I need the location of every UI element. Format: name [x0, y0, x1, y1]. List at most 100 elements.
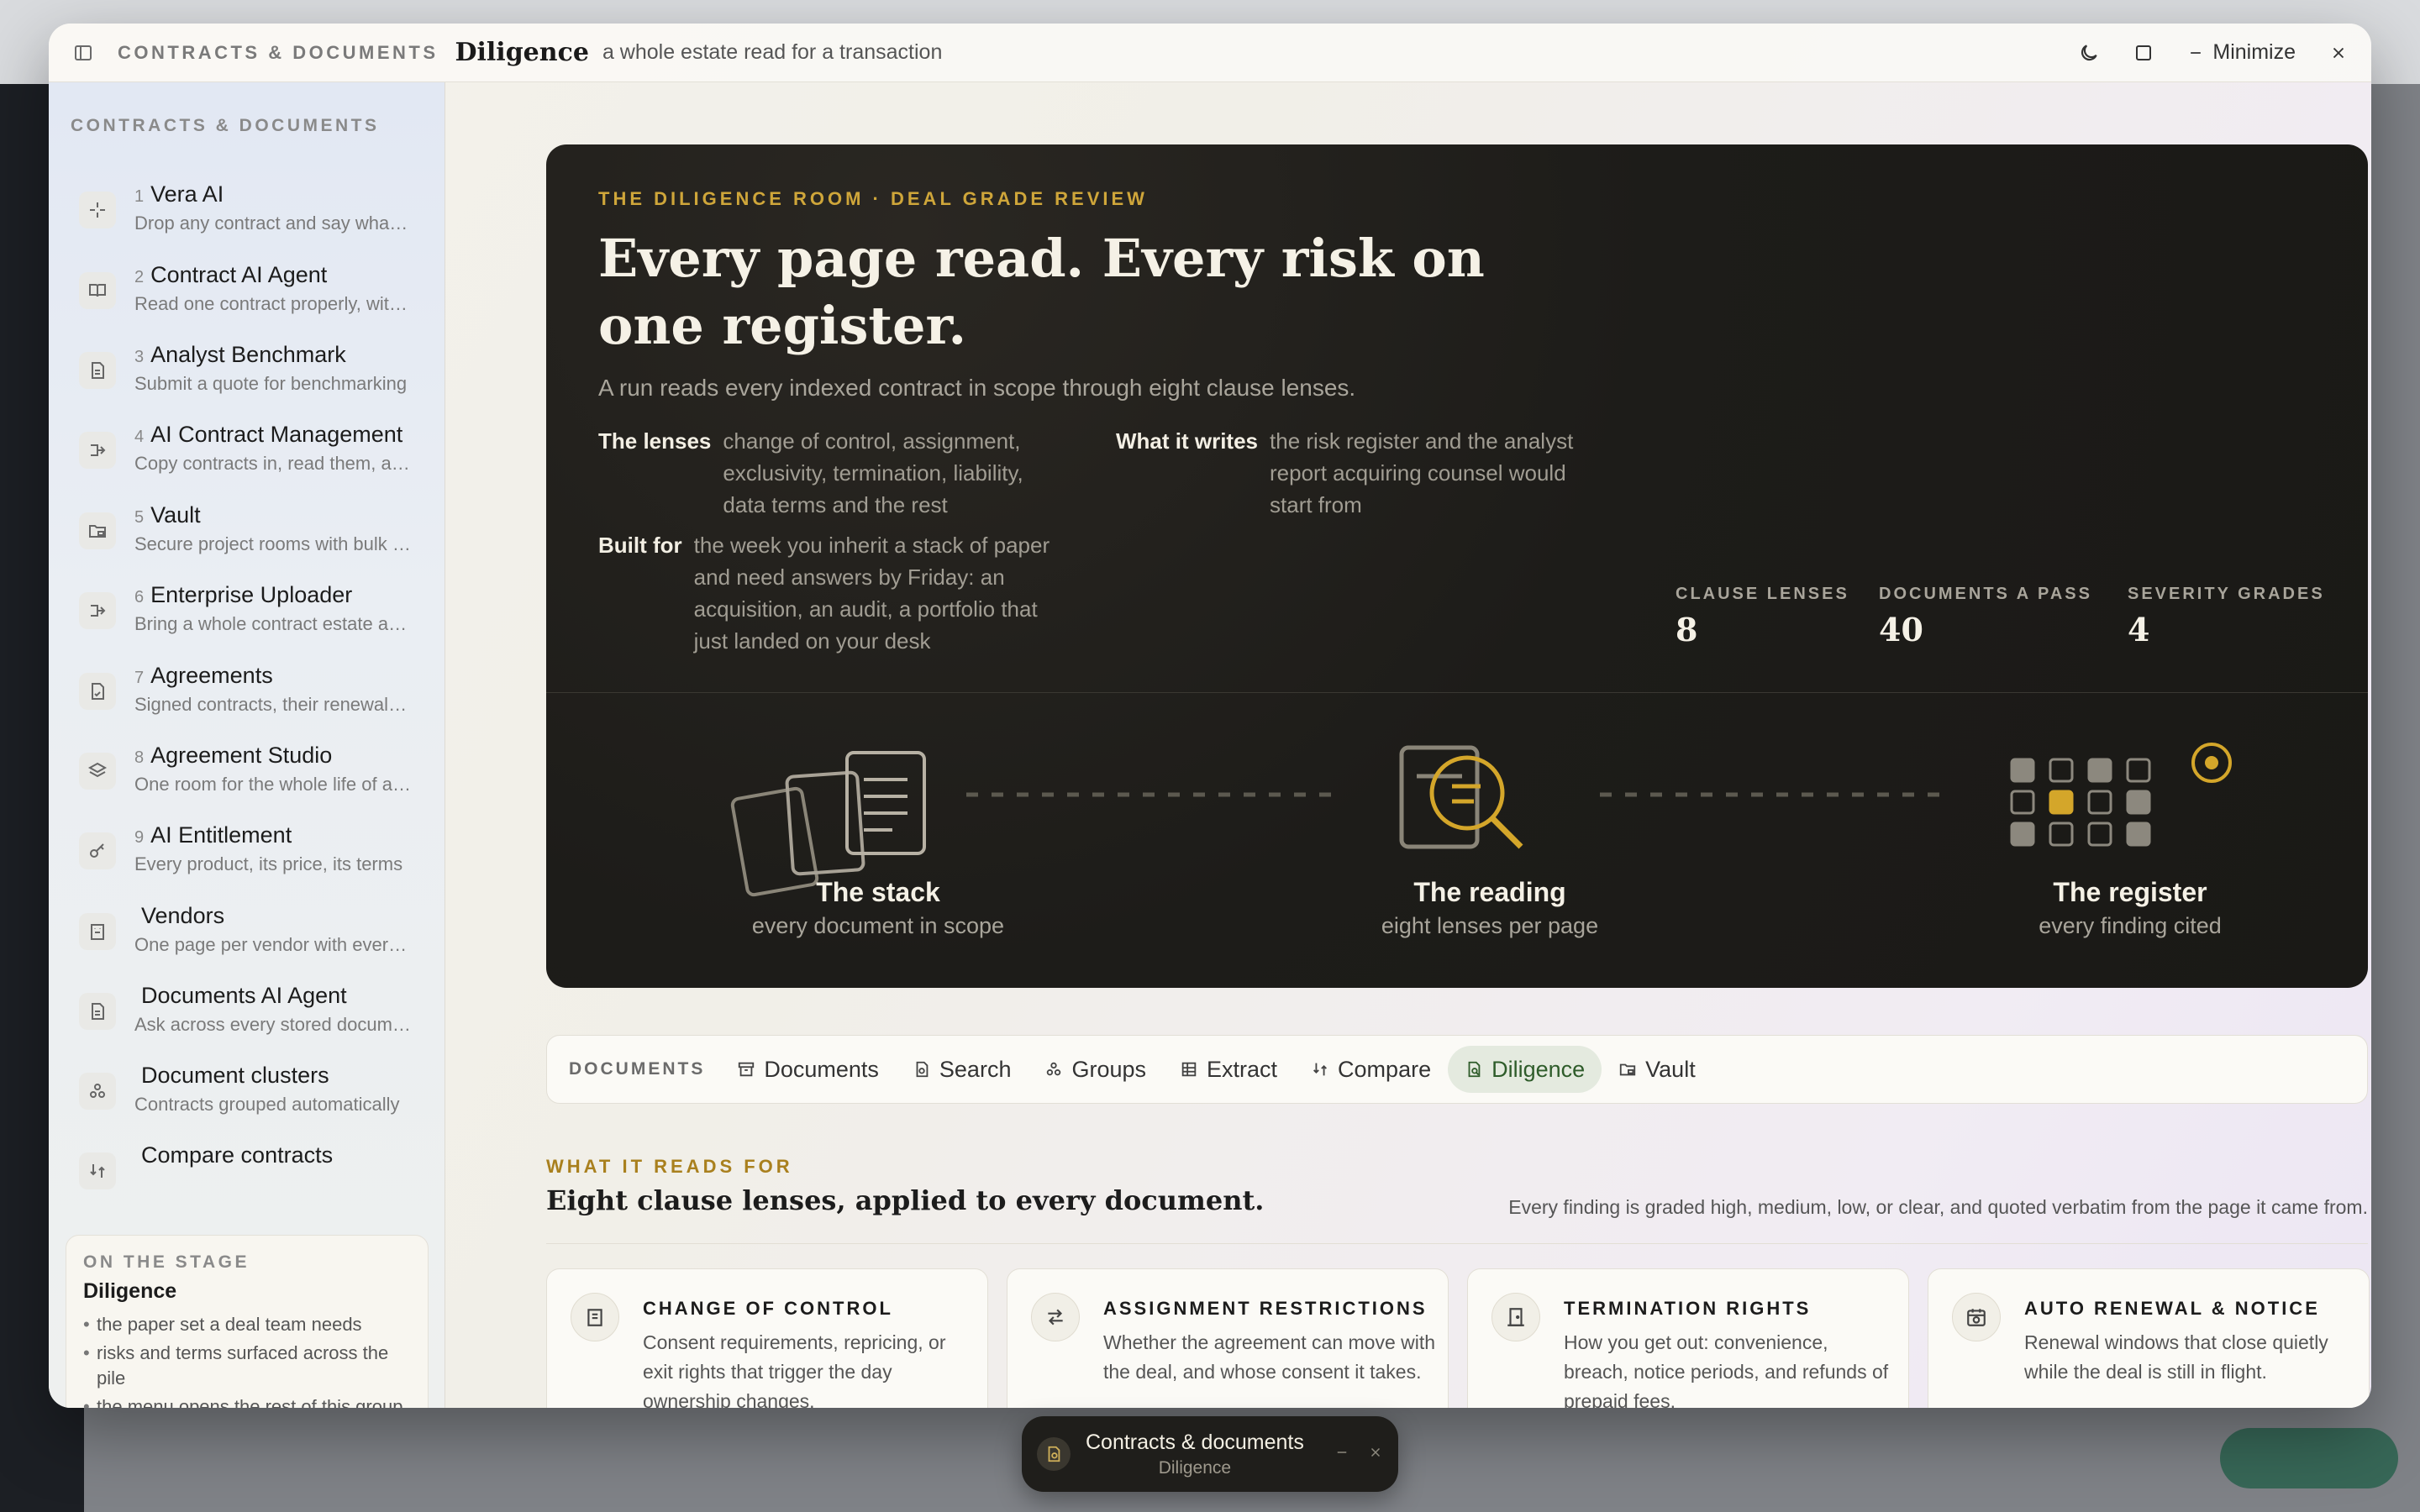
- on-the-stage-card: ON THE STAGE Diligence the paper set a d…: [66, 1235, 429, 1408]
- tab-label: Diligence: [1491, 1056, 1586, 1082]
- sidebar-item-agreements[interactable]: 7 Agreements Signed contracts, their renew…: [79, 663, 432, 730]
- window-titlebar: CONTRACTS & DOCUMENTS Diligence a whole …: [49, 24, 2371, 82]
- sidebar-item-label: Document clusters: [141, 1063, 329, 1088]
- door-icon: [1491, 1293, 1540, 1341]
- tab-search[interactable]: Search: [896, 1046, 1028, 1093]
- stat-label: SEVERITY GRADES: [2128, 585, 2325, 603]
- sidebar-item-label: Documents AI Agent: [141, 983, 347, 1008]
- lens-card-title: AUTO RENEWAL & NOTICE: [2024, 1298, 2320, 1319]
- sidebar-item-ai-entitlement[interactable]: 9 AI Entitlement Every product, its price,…: [79, 822, 432, 890]
- tab-extract[interactable]: Extract: [1163, 1046, 1294, 1093]
- pipeline-illustration: [730, 743, 2232, 897]
- minimize-button[interactable]: Minimize: [2187, 40, 2296, 65]
- magnifier-document-icon: [1399, 745, 1523, 849]
- lens-card-termination-rights[interactable]: TERMINATION RIGHTS How you get out: conv…: [1467, 1268, 1909, 1408]
- tab-compare[interactable]: Compare: [1294, 1046, 1448, 1093]
- window-title: Diligence: [455, 38, 589, 67]
- sparkle-icon: [79, 192, 116, 228]
- sidebar-item-enterprise-uploader[interactable]: 6 Enterprise Uploader Bring a whole contra…: [79, 582, 432, 649]
- tab-vault[interactable]: Vault: [1602, 1046, 1712, 1093]
- tab-label: Documents: [764, 1056, 879, 1082]
- documents-tab-bar: DOCUMENTS Documents Search Groups Extrac…: [546, 1035, 2368, 1104]
- diligence-icon: [1468, 1061, 1481, 1078]
- sidebar-item-document-clusters[interactable]: Document clusters Contracts grouped autom…: [79, 1063, 432, 1130]
- tab-label: Compare: [1338, 1056, 1432, 1082]
- lens-card-change-of-control[interactable]: CHANGE OF CONTROL Consent requirements, …: [546, 1268, 988, 1408]
- sidebar-item-analyst-benchmark[interactable]: 3 Analyst Benchmark Submit a quote for ben…: [79, 342, 432, 409]
- sidebar-item-label: Analyst Benchmark: [150, 342, 346, 367]
- sidebar-item-desc: Contracts grouped automatically: [134, 1094, 400, 1115]
- sidebar-item-desc: Drop any contract and say what you need: [134, 213, 412, 234]
- lens-card-auto-renewal[interactable]: AUTO RENEWAL & NOTICE Renewal windows th…: [1928, 1268, 2370, 1408]
- sidebar-item-label: Agreement Studio: [150, 743, 333, 768]
- tab-documents[interactable]: Documents: [720, 1046, 896, 1093]
- stage-label: ON THE STAGE: [83, 1252, 250, 1272]
- close-icon: [1370, 1447, 1381, 1457]
- sidebar-item-vault[interactable]: 5 Vault Secure project rooms with bulk upl…: [79, 502, 432, 570]
- sidebar-item-desc: Secure project rooms with bulk upload: [134, 533, 412, 554]
- theme-toggle-button[interactable]: [2078, 42, 2100, 64]
- tab-label: Search: [939, 1056, 1012, 1082]
- lenses-eyebrow: WHAT IT READS FOR: [546, 1156, 793, 1177]
- stage-caption: every finding cited: [2039, 913, 2222, 938]
- dock-minimize-button[interactable]: [1334, 1442, 1349, 1466]
- moon-icon: [2081, 44, 2098, 60]
- lenses-key: The lenses: [598, 428, 712, 454]
- minimized-window-dock[interactable]: Contracts & documents Diligence: [1022, 1416, 1398, 1492]
- built-for-value: the week you inherit a stack of paper an…: [693, 533, 1050, 654]
- tab-label: Vault: [1645, 1056, 1696, 1082]
- building-icon: [571, 1293, 619, 1341]
- sidebar-item-documents-ai-agent[interactable]: Documents AI Agent Ask across every store…: [79, 983, 432, 1050]
- stage-point: the paper set a deal team needs: [83, 1312, 411, 1337]
- key-icon: [79, 832, 116, 869]
- window-controls: Minimize: [2078, 40, 2348, 65]
- sidebar-item-desc: Every product, its price, its terms: [134, 853, 403, 874]
- hero-eyebrow: THE DILIGENCE ROOM · DEAL GRADE REVIEW: [598, 188, 1148, 209]
- diligence-icon: [1037, 1437, 1071, 1471]
- sidebar-item-vera-ai[interactable]: 1 Vera AI Drop any contract and say what y…: [79, 181, 432, 249]
- close-button[interactable]: [2329, 44, 2348, 62]
- writes-key: What it writes: [1116, 428, 1259, 454]
- square-icon: [2136, 45, 2152, 60]
- tab-label: Groups: [1071, 1056, 1147, 1082]
- sidebar-item-label: Vendors: [141, 903, 225, 928]
- sidebar-item-desc: Submit a quote for benchmarking: [134, 373, 408, 394]
- sidebar-item-label: Agreements: [150, 663, 273, 688]
- sidebar-item-number: 1: [134, 187, 145, 206]
- stage-point: risks and terms surfaced across the pile: [83, 1341, 411, 1391]
- dock-close-button[interactable]: [1368, 1442, 1383, 1466]
- search-doc-icon: [916, 1061, 929, 1078]
- calendar-clock-icon: [1952, 1293, 2001, 1341]
- stage-reading: The reading eight lenses per page: [1301, 877, 1679, 939]
- background-fab: [2220, 1428, 2398, 1488]
- lens-card-title: CHANGE OF CONTROL: [643, 1298, 893, 1319]
- stat-documents-a-pass: DOCUMENTS A PASS 40: [1879, 585, 2092, 648]
- flow-icon: [79, 432, 116, 469]
- sidebar: CONTRACTS & DOCUMENTS 1 Vera AI Drop any c…: [49, 82, 445, 1408]
- stage-name: The reading: [1413, 877, 1566, 907]
- document-icon: [79, 352, 116, 389]
- sidebar-item-vendors[interactable]: Vendors One page per vendor with everythi…: [79, 903, 432, 970]
- sidebar-item-contract-ai-agent[interactable]: 2 Contract AI Agent Read one contract prop…: [79, 262, 432, 329]
- book-icon: [79, 272, 116, 309]
- grid-icon: [1181, 1062, 1197, 1077]
- maximize-button[interactable]: [2133, 43, 2154, 63]
- lens-card-title: TERMINATION RIGHTS: [1564, 1298, 1812, 1319]
- lens-card-body: Renewal windows that close quietly while…: [2024, 1331, 2328, 1383]
- lens-card-body: Whether the agreement can move with the …: [1103, 1331, 1436, 1383]
- lens-card-assignment-restrictions[interactable]: ASSIGNMENT RESTRICTIONS Whether the agre…: [1007, 1268, 1449, 1408]
- panel-icon[interactable]: [72, 42, 94, 64]
- stat-value: 8: [1676, 611, 1698, 648]
- sidebar-item-desc: Ask across every stored document: [134, 1014, 412, 1035]
- sidebar-item-agreement-studio[interactable]: 8 Agreement Studio One room for the whole …: [79, 743, 432, 810]
- minus-icon: [2191, 51, 2202, 54]
- sidebar-item-desc: One room for the whole life of an agreem…: [134, 774, 412, 795]
- tab-diligence[interactable]: Diligence: [1448, 1046, 1602, 1093]
- sidebar-item-ai-contract-management[interactable]: 4 AI Contract Management Copy contracts in…: [79, 422, 432, 489]
- sidebar-item-label: Vera AI: [150, 181, 224, 207]
- tab-groups[interactable]: Groups: [1028, 1046, 1163, 1093]
- sidebar-item-compare-contracts[interactable]: Compare contracts: [79, 1142, 432, 1210]
- sidebar-item-desc: Copy contracts in, read them, and manage: [134, 453, 412, 474]
- section-divider: [546, 1243, 2368, 1244]
- sidebar-item-label: Contract AI Agent: [150, 262, 328, 287]
